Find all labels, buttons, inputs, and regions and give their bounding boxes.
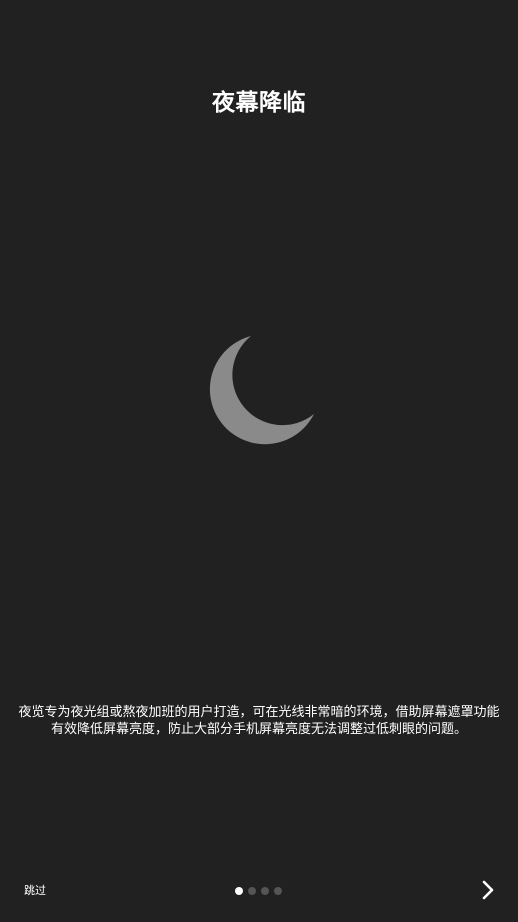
page-dot-1: [235, 887, 243, 895]
next-button[interactable]: [478, 880, 498, 900]
skip-button[interactable]: 跳过: [24, 883, 46, 899]
page-indicator: [235, 887, 282, 895]
onboarding-description: 夜览专为夜光组或熬夜加班的用户打造，可在光线非常暗的环境，借助屏幕遮罩功能有效降…: [18, 705, 500, 737]
page-dot-4: [274, 887, 282, 895]
page-dot-2: [248, 887, 256, 895]
chevron-right-icon: [482, 880, 494, 900]
page-dot-3: [261, 887, 269, 895]
onboarding-screen: 夜幕降临 夜览专为夜光组或熬夜加班的用户打造，可在光线非常暗的环境，借助屏幕遮罩…: [0, 0, 518, 922]
crescent-moon-icon: [209, 336, 314, 445]
page-title: 夜幕降临: [212, 90, 306, 116]
